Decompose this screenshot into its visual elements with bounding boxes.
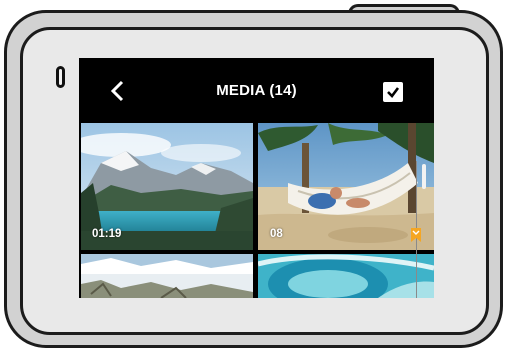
hilight-tag-icon <box>411 228 421 242</box>
media-header: MEDIA (14) <box>79 58 434 122</box>
front-sensor-icon <box>56 66 65 88</box>
scrollbar-thumb[interactable] <box>422 164 426 189</box>
media-thumbnail[interactable]: 01:19 <box>81 123 253 250</box>
media-thumbnail[interactable]: 08 <box>258 123 434 250</box>
photo-count-label: 08 <box>270 228 283 240</box>
touch-screen: MEDIA (14) 01:19 08 <box>79 58 434 298</box>
video-duration-label: 01:19 <box>92 228 122 240</box>
snow-field-image <box>81 254 253 298</box>
hammock-beach-image <box>258 123 434 250</box>
ocean-wave-image <box>258 254 434 298</box>
media-thumbnail[interactable] <box>258 254 434 298</box>
select-button[interactable] <box>383 82 403 102</box>
media-thumbnail[interactable] <box>81 254 253 298</box>
checkbox-checked-icon <box>387 87 400 98</box>
page-title: MEDIA (14) <box>216 82 297 99</box>
